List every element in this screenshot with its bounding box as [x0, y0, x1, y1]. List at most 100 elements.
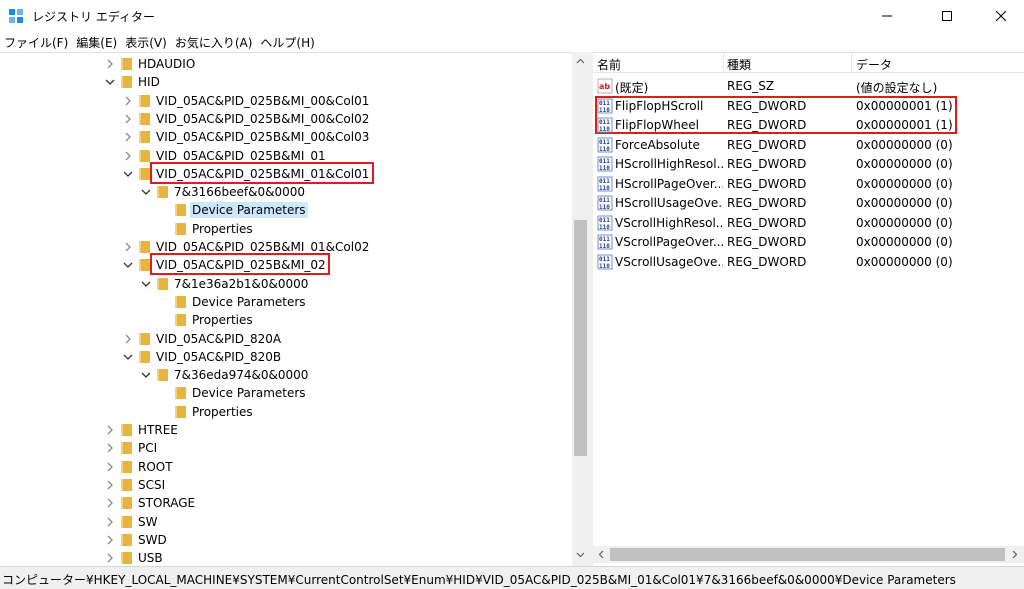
tree-node[interactable]: VID_05AC&PID_025B&MI_00&Col02: [0, 110, 570, 128]
title-bar[interactable]: レジストリ エディター: [0, 0, 1024, 32]
tree-node[interactable]: VID_05AC&PID_820B: [0, 348, 570, 366]
scroll-left-icon: [598, 550, 604, 559]
tree-node[interactable]: Properties: [0, 220, 570, 238]
tree-node[interactable]: Device Parameters: [0, 201, 570, 219]
dword-value-icon: 011110: [597, 117, 613, 133]
value-row[interactable]: 011 110 VScrollUsageOve... REG_DWORD 0x00000…: [593, 253, 1024, 272]
folder-icon: [175, 222, 186, 235]
tree-node[interactable]: SWD: [0, 531, 570, 549]
value-row[interactable]: 011 110 FlipFlopWheel REG_DWORD 0x00000001 (…: [593, 116, 1024, 135]
chevron-right-icon[interactable]: [122, 113, 134, 125]
column-header-name[interactable]: 名前: [597, 56, 621, 73]
chevron-right-icon[interactable]: [104, 461, 116, 473]
key-path: コンピューター¥HKEY_LOCAL_MACHINE¥SYSTEM¥Curren…: [2, 573, 956, 587]
chevron-right-icon[interactable]: [104, 424, 116, 436]
dword-value-icon: 011110: [597, 215, 613, 231]
value-type: REG_DWORD: [727, 254, 807, 269]
value-row[interactable]: ab (既定) REG_SZ (値の設定なし): [593, 77, 1024, 96]
value-row[interactable]: 011 110 HScrollPageOver... REG_DWORD 0x00000…: [593, 175, 1024, 194]
tree-node[interactable]: VID_05AC&PID_025B&MI_02: [0, 253, 570, 276]
tree-node[interactable]: 7&36eda974&0&0000: [0, 366, 570, 384]
chevron-down-icon[interactable]: [122, 168, 134, 180]
column-header-data[interactable]: データ: [856, 56, 892, 73]
tree-node-label: HID: [138, 75, 160, 90]
menu-edit[interactable]: 編集(E): [72, 34, 121, 51]
tree-node-label: SWD: [138, 532, 167, 547]
column-separator[interactable]: [851, 53, 852, 73]
chevron-right-icon[interactable]: [104, 534, 116, 546]
key-tree[interactable]: HDAUDIO HID VID_05AC&PID_025B&MI_00&Col01 V…: [0, 52, 589, 566]
chevron-right-icon[interactable]: [122, 333, 134, 345]
value-row[interactable]: 011 110 HScrollUsageOve... REG_DWORD 0x00000…: [593, 194, 1024, 213]
tree-node[interactable]: ROOT: [0, 458, 570, 476]
tree-vertical-scrollbar[interactable]: [572, 52, 589, 566]
tree-node[interactable]: HTREE: [0, 421, 570, 439]
menu-help[interactable]: ヘルプ(H): [256, 34, 318, 51]
chevron-right-icon[interactable]: [104, 516, 116, 528]
dword-value-icon: 011110: [597, 137, 613, 153]
tree-node[interactable]: VID_05AC&PID_025B&MI_00&Col03: [0, 128, 570, 146]
tree-node[interactable]: HDAUDIO: [0, 55, 570, 73]
svg-text:110: 110: [599, 243, 610, 250]
menu-favorites[interactable]: お気に入り(A): [171, 34, 257, 51]
tree-node[interactable]: VID_05AC&PID_025B&MI_01&Col01: [0, 161, 570, 184]
svg-text:110: 110: [599, 224, 610, 231]
tree-node[interactable]: VID_05AC&PID_025B&MI_00&Col01: [0, 92, 570, 110]
chevron-right-icon[interactable]: [104, 442, 116, 454]
value-row[interactable]: 011 110 HScrollHighResol... REG_DWORD 0x0000…: [593, 155, 1024, 174]
tree-node[interactable]: SCSI: [0, 476, 570, 494]
tree-node[interactable]: VID_05AC&PID_820A: [0, 330, 570, 348]
minimize-button[interactable]: [864, 0, 910, 32]
chevron-right-icon[interactable]: [104, 552, 116, 564]
value-row[interactable]: 011 110 VScrollHighResol... REG_DWORD 0x0000…: [593, 214, 1024, 233]
folder-icon: [121, 58, 132, 70]
tree-node[interactable]: STORAGE: [0, 494, 570, 512]
chevron-down-icon[interactable]: [140, 186, 152, 198]
chevron-down-icon[interactable]: [122, 259, 134, 271]
tree-node[interactable]: 7&3166beef&0&0000: [0, 183, 570, 201]
chevron-right-icon[interactable]: [122, 95, 134, 107]
menu-view[interactable]: 表示(V): [121, 34, 171, 51]
dword-value-icon: 011110: [597, 234, 613, 250]
tree-node[interactable]: Properties: [0, 311, 570, 329]
value-data: 0x00000001 (1): [856, 98, 953, 113]
list-horizontal-scrollbar[interactable]: [593, 546, 1024, 563]
value-list[interactable]: 名前 種類 データ ab (既定) REG_SZ (値の設定なし) 011 110 Flip…: [593, 52, 1024, 566]
chevron-right-icon[interactable]: [104, 58, 116, 70]
value-row[interactable]: 011 110 VScrollPageOver... REG_DWORD 0x00000…: [593, 233, 1024, 252]
close-button[interactable]: [978, 0, 1024, 32]
list-scroll-thumb[interactable]: [610, 548, 1005, 561]
tree-node[interactable]: Properties: [0, 403, 570, 421]
chevron-right-icon[interactable]: [122, 150, 134, 162]
value-row[interactable]: 011 110 ForceAbsolute REG_DWORD 0x00000000 (…: [593, 136, 1024, 155]
tree-node[interactable]: HID: [0, 73, 570, 91]
folder-icon: [121, 76, 132, 89]
value-row[interactable]: 011 110 FlipFlopHScroll REG_DWORD 0x00000001…: [593, 97, 1024, 116]
menu-file[interactable]: ファイル(F): [0, 34, 72, 51]
chevron-down-icon[interactable]: [140, 278, 152, 290]
chevron-right-icon[interactable]: [122, 131, 134, 143]
chevron-right-icon[interactable]: [122, 241, 134, 253]
chevron-right-icon[interactable]: [104, 497, 116, 509]
tree-node[interactable]: 7&1e36a2b1&0&0000: [0, 275, 570, 293]
chevron-right-icon[interactable]: [104, 479, 116, 491]
svg-text:110: 110: [599, 185, 610, 192]
maximize-button[interactable]: [924, 0, 970, 32]
tree-scroll-thumb[interactable]: [574, 220, 587, 456]
tree-node[interactable]: USB: [0, 549, 570, 566]
tree-node-label: Properties: [192, 221, 253, 236]
chevron-down-icon[interactable]: [104, 76, 116, 88]
tree-node-label: 7&3166beef&0&0000: [174, 185, 306, 200]
column-header-type[interactable]: 種類: [727, 56, 751, 73]
scroll-up-icon: [576, 58, 585, 64]
chevron-down-icon[interactable]: [140, 369, 152, 381]
tree-node[interactable]: SW: [0, 513, 570, 531]
column-separator[interactable]: [723, 53, 724, 73]
tree-node[interactable]: PCI: [0, 439, 570, 457]
svg-text:ab: ab: [599, 82, 610, 91]
window-title: レジストリ エディター: [32, 10, 155, 24]
folder-icon: [139, 112, 150, 125]
chevron-down-icon[interactable]: [122, 351, 134, 363]
tree-node[interactable]: Device Parameters: [0, 384, 570, 402]
tree-node[interactable]: Device Parameters: [0, 293, 570, 311]
